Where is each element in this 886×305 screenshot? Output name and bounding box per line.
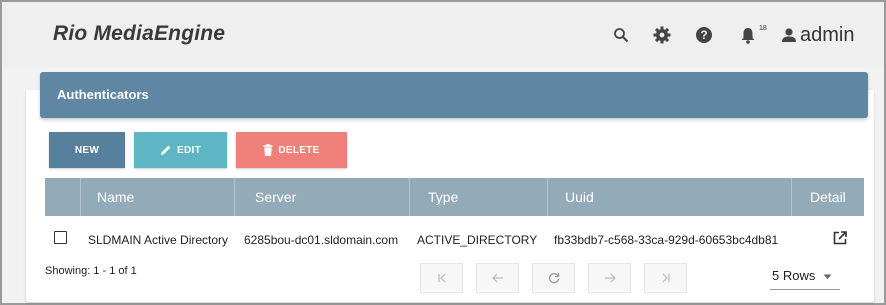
first-page-button[interactable]: [420, 263, 463, 293]
column-divider: [80, 178, 81, 216]
last-page-button[interactable]: [644, 263, 687, 293]
refresh-button[interactable]: [532, 263, 575, 293]
last-page-icon: [662, 273, 670, 283]
column-header-uuid[interactable]: Uuid: [565, 189, 594, 205]
column-header-type[interactable]: Type: [428, 189, 458, 205]
delete-button-label: DELETE: [278, 144, 320, 156]
prev-page-button[interactable]: [476, 263, 519, 293]
column-header-server[interactable]: Server: [255, 189, 296, 205]
new-button-label: NEW: [74, 144, 100, 156]
bell-icon[interactable]: [740, 27, 756, 44]
gear-icon[interactable]: [653, 26, 671, 44]
cell-type: ACTIVE_DIRECTORY: [417, 233, 538, 247]
first-page-icon: [437, 273, 445, 283]
showing-count: Showing: 1 - 1 of 1: [45, 265, 137, 277]
search-icon[interactable]: [613, 27, 629, 43]
notification-count: 18: [759, 25, 767, 32]
rows-select-underline: [770, 289, 840, 290]
cell-uuid: fb33bdb7-c568-33ca-929d-60653bc4db81: [554, 233, 779, 247]
new-button[interactable]: NEW: [49, 132, 125, 168]
svg-text:?: ?: [700, 28, 707, 42]
column-divider: [409, 178, 410, 216]
table-header: Name Server Type Uuid Detail: [45, 178, 864, 216]
user-icon[interactable]: [781, 28, 797, 43]
edit-button-label: EDIT: [177, 144, 201, 156]
column-divider: [791, 178, 792, 216]
prev-page-icon: [491, 273, 503, 283]
row-checkbox[interactable]: [54, 231, 67, 244]
panel-title: Authenticators: [57, 87, 149, 102]
open-detail-icon[interactable]: [833, 231, 847, 245]
app-title: Rio MediaEngine: [53, 22, 226, 45]
rows-per-page-select[interactable]: 5 Rows: [772, 268, 832, 283]
column-divider: [547, 178, 548, 216]
user-menu[interactable]: admin: [800, 24, 854, 47]
table-row[interactable]: SLDMAIN Active Directory 6285bou-dc01.sl…: [45, 222, 864, 256]
cell-name: SLDMAIN Active Directory: [88, 233, 229, 247]
panel-header: Authenticators: [40, 72, 868, 118]
trash-icon: [263, 144, 273, 156]
next-page-button[interactable]: [588, 263, 631, 293]
caret-down-icon: [823, 274, 832, 279]
refresh-icon: [548, 273, 559, 284]
column-header-detail: Detail: [810, 189, 846, 205]
pencil-icon: [161, 145, 171, 155]
column-header-name[interactable]: Name: [97, 189, 134, 205]
next-page-icon: [604, 273, 616, 283]
cell-server: 6285bou-dc01.sldomain.com: [244, 233, 399, 247]
delete-button[interactable]: DELETE: [236, 132, 347, 168]
help-icon[interactable]: ?: [695, 26, 713, 44]
column-divider: [234, 178, 235, 216]
rows-per-page-value: 5 Rows: [772, 268, 816, 283]
edit-button[interactable]: EDIT: [134, 132, 227, 168]
